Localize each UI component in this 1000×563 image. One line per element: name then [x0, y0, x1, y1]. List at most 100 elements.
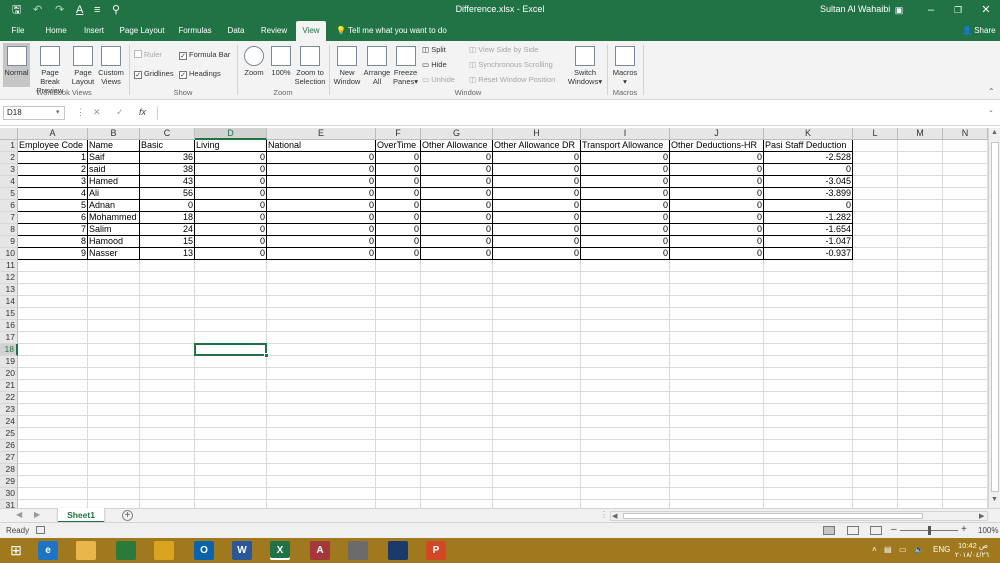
- data-cell[interactable]: 0: [493, 200, 581, 212]
- empty-cell[interactable]: [853, 140, 898, 152]
- empty-cell[interactable]: [195, 344, 267, 356]
- empty-cell[interactable]: [493, 332, 581, 344]
- empty-cell[interactable]: [943, 164, 988, 176]
- empty-cell[interactable]: [421, 356, 493, 368]
- data-cell[interactable]: 0: [267, 236, 376, 248]
- column-header-g[interactable]: G: [421, 128, 493, 140]
- empty-cell[interactable]: [670, 464, 764, 476]
- access-icon[interactable]: A: [310, 541, 330, 560]
- dynamics-icon[interactable]: [388, 541, 408, 560]
- edge-icon[interactable]: e: [38, 541, 58, 560]
- empty-cell[interactable]: [140, 284, 195, 296]
- tab-review[interactable]: Review: [258, 21, 290, 41]
- empty-cell[interactable]: [943, 464, 988, 476]
- row-header-19[interactable]: 19: [0, 356, 18, 368]
- data-cell[interactable]: Mohammed: [88, 212, 140, 224]
- column-header-a[interactable]: A: [18, 128, 88, 140]
- empty-cell[interactable]: [493, 416, 581, 428]
- minimize-button[interactable]: –: [917, 2, 945, 18]
- data-cell[interactable]: 0: [421, 188, 493, 200]
- empty-cell[interactable]: [195, 260, 267, 272]
- tab-view[interactable]: View: [296, 21, 326, 41]
- empty-cell[interactable]: [853, 476, 898, 488]
- empty-cell[interactable]: [943, 272, 988, 284]
- insert-function-icon[interactable]: fx: [139, 107, 146, 117]
- empty-cell[interactable]: [853, 332, 898, 344]
- empty-cell[interactable]: [267, 476, 376, 488]
- empty-cell[interactable]: [421, 308, 493, 320]
- empty-cell[interactable]: [421, 320, 493, 332]
- freeze-panes-button[interactable]: Freeze Panes▾: [392, 43, 419, 87]
- data-cell[interactable]: 36: [140, 152, 195, 164]
- empty-cell[interactable]: [898, 380, 943, 392]
- data-cell[interactable]: 0: [581, 176, 670, 188]
- empty-cell[interactable]: [140, 404, 195, 416]
- empty-cell[interactable]: [581, 416, 670, 428]
- column-header-k[interactable]: K: [764, 128, 853, 140]
- data-cell[interactable]: 0: [493, 236, 581, 248]
- header-cell[interactable]: Name: [88, 140, 140, 152]
- empty-cell[interactable]: [18, 320, 88, 332]
- empty-cell[interactable]: [267, 500, 376, 508]
- empty-cell[interactable]: [195, 404, 267, 416]
- empty-cell[interactable]: [764, 308, 853, 320]
- empty-cell[interactable]: [670, 344, 764, 356]
- empty-cell[interactable]: [421, 392, 493, 404]
- empty-cell[interactable]: [898, 296, 943, 308]
- data-cell[interactable]: -3.045: [764, 176, 853, 188]
- macro-recording-icon[interactable]: [36, 526, 45, 534]
- empty-cell[interactable]: [581, 392, 670, 404]
- row-header-2[interactable]: 2: [0, 152, 18, 164]
- empty-cell[interactable]: [764, 476, 853, 488]
- empty-cell[interactable]: [943, 212, 988, 224]
- empty-cell[interactable]: [88, 272, 140, 284]
- empty-cell[interactable]: [943, 248, 988, 260]
- data-cell[interactable]: 0: [421, 248, 493, 260]
- data-cell[interactable]: 0: [421, 200, 493, 212]
- column-header-h[interactable]: H: [493, 128, 581, 140]
- data-cell[interactable]: 0: [267, 224, 376, 236]
- empty-cell[interactable]: [140, 464, 195, 476]
- row-header-27[interactable]: 27: [0, 452, 18, 464]
- horizontal-scrollbar[interactable]: ◀ ▶: [610, 511, 988, 521]
- empty-cell[interactable]: [670, 440, 764, 452]
- folder-icon[interactable]: [76, 541, 96, 560]
- empty-cell[interactable]: [140, 332, 195, 344]
- empty-cell[interactable]: [195, 320, 267, 332]
- windows-icon[interactable]: ⊞: [6, 541, 26, 560]
- row-header-18[interactable]: 18: [0, 344, 18, 356]
- empty-cell[interactable]: [764, 404, 853, 416]
- empty-cell[interactable]: [376, 404, 421, 416]
- fill-handle[interactable]: [264, 353, 269, 358]
- page-break-view-icon[interactable]: [870, 526, 882, 535]
- empty-cell[interactable]: [853, 344, 898, 356]
- empty-cell[interactable]: [670, 452, 764, 464]
- empty-cell[interactable]: [898, 248, 943, 260]
- data-cell[interactable]: 18: [140, 212, 195, 224]
- data-cell[interactable]: 0: [376, 248, 421, 260]
- header-cell[interactable]: National: [267, 140, 376, 152]
- data-cell[interactable]: -1.047: [764, 236, 853, 248]
- empty-cell[interactable]: [898, 236, 943, 248]
- empty-cell[interactable]: [195, 380, 267, 392]
- empty-cell[interactable]: [764, 488, 853, 500]
- empty-cell[interactable]: [88, 380, 140, 392]
- empty-cell[interactable]: [943, 296, 988, 308]
- name-box-dropdown-icon[interactable]: ▾: [56, 106, 60, 120]
- tab-split-icon[interactable]: ⋮: [600, 510, 608, 519]
- empty-cell[interactable]: [493, 296, 581, 308]
- empty-cell[interactable]: [853, 416, 898, 428]
- empty-cell[interactable]: [943, 476, 988, 488]
- data-cell[interactable]: Ali: [88, 188, 140, 200]
- data-cell[interactable]: 0: [267, 200, 376, 212]
- empty-cell[interactable]: [898, 140, 943, 152]
- empty-cell[interactable]: [898, 392, 943, 404]
- restore-button[interactable]: ❐: [944, 2, 972, 18]
- data-cell[interactable]: 3: [18, 176, 88, 188]
- data-cell[interactable]: 0: [421, 152, 493, 164]
- data-cell[interactable]: 0: [764, 164, 853, 176]
- data-cell[interactable]: 0: [493, 164, 581, 176]
- empty-cell[interactable]: [195, 488, 267, 500]
- data-cell[interactable]: 0: [670, 248, 764, 260]
- empty-cell[interactable]: [493, 428, 581, 440]
